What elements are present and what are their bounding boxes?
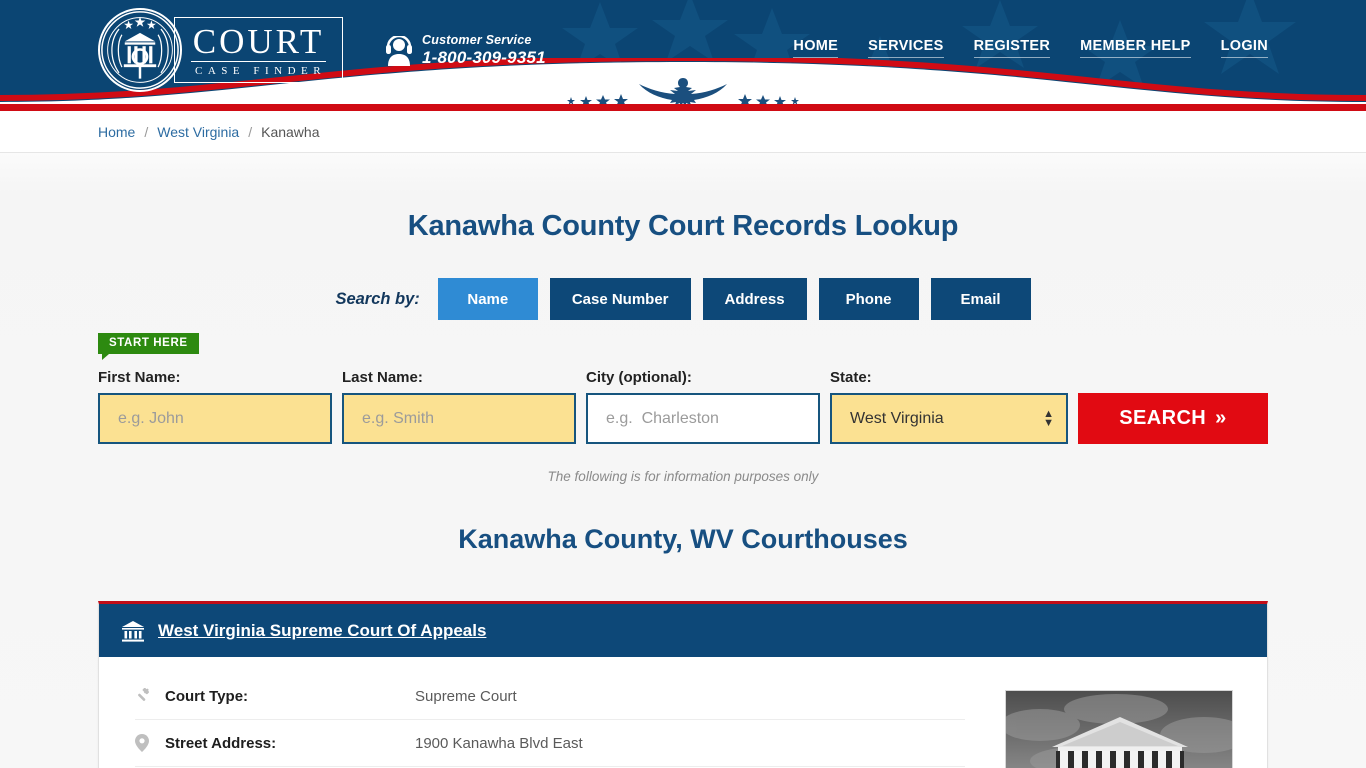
first-name-label: First Name:: [98, 369, 181, 386]
courthouse-card-body: Court Type: Supreme Court Street Address…: [99, 657, 1267, 768]
city-label: City (optional):: [586, 369, 692, 386]
detail-key-court-type: Court Type:: [165, 687, 249, 705]
customer-service-label: Customer Service: [422, 33, 532, 47]
logo-wordmark: COURT CASE FINDER: [174, 17, 344, 83]
page-title: Kanawha County Court Records Lookup: [407, 210, 959, 242]
nav-item-member-help[interactable]: MEMBER HELP: [1080, 38, 1191, 58]
site-header: COURT CASE FINDER Customer Service 1-800…: [0, 0, 1366, 104]
last-name-field-group: Last Name:: [342, 369, 576, 444]
detail-row-court-type: Court Type: Supreme Court: [135, 673, 965, 720]
breadcrumb-item-kanawha: Kanawha: [261, 124, 320, 140]
breadcrumb-item-home[interactable]: Home: [98, 124, 135, 140]
nav-item-login[interactable]: LOGIN: [1220, 38, 1268, 58]
courthouse-photo-column: [965, 673, 1233, 768]
search-button[interactable]: SEARCH »: [1078, 393, 1268, 444]
customer-service-phone[interactable]: 1-800-309-9351: [422, 48, 546, 68]
tab-case-number[interactable]: Case Number: [549, 278, 691, 320]
nav-item-services[interactable]: SERVICES: [868, 38, 944, 58]
headset-support-icon: [386, 35, 412, 66]
nav-item-home[interactable]: HOME: [793, 38, 839, 58]
disclaimer-text: The following is for information purpose…: [547, 469, 819, 484]
state-label: State:: [830, 369, 872, 386]
detail-row-street-address: Street Address: 1900 Kanawha Blvd East: [135, 720, 965, 767]
logo-sub-text: CASE FINDER: [195, 65, 327, 77]
logo-main-text: COURT: [191, 22, 327, 62]
breadcrumb-item-west-virginia[interactable]: West Virginia: [157, 124, 239, 140]
breadcrumb: Home / West Virginia / Kanawha: [98, 111, 1268, 153]
start-here-badge: START HERE: [98, 333, 199, 360]
courthouse-card: West Virginia Supreme Court Of Appeals C…: [98, 601, 1268, 768]
courthouse-card-header: West Virginia Supreme Court Of Appeals: [99, 604, 1267, 657]
search-form: START HERE First Name: Last Name: City (…: [98, 333, 1268, 444]
search-by-label: Search by:: [335, 289, 420, 308]
header-red-divider: [0, 104, 1366, 111]
first-name-input[interactable]: [98, 393, 332, 444]
page-content: Kanawha County Court Records Lookup Sear…: [0, 153, 1366, 768]
bank-columns-icon: [122, 620, 144, 642]
breadcrumb-bar: Home / West Virginia / Kanawha: [0, 111, 1366, 153]
detail-value-court-type: Supreme Court: [415, 687, 517, 705]
search-by-tabs: Search by: Name Case Number Address Phon…: [98, 278, 1268, 320]
courthouse-name-link[interactable]: West Virginia Supreme Court Of Appeals: [158, 621, 486, 641]
customer-service-block: Customer Service 1-800-309-9351: [386, 33, 546, 68]
tab-name[interactable]: Name: [437, 278, 538, 320]
courthouse-detail-list: Court Type: Supreme Court Street Address…: [135, 673, 965, 768]
breadcrumb-separator: /: [248, 124, 253, 140]
site-logo[interactable]: COURT CASE FINDER: [98, 8, 344, 92]
search-button-label: SEARCH: [1119, 407, 1207, 429]
detail-key-street-address: Street Address:: [165, 734, 277, 752]
gavel-icon: [135, 687, 165, 705]
tab-email[interactable]: Email: [930, 278, 1031, 320]
last-name-label: Last Name:: [342, 369, 423, 386]
state-select[interactable]: West Virginia: [830, 393, 1068, 444]
state-field-group: State: West Virginia ▲ ▼: [830, 369, 1068, 444]
map-pin-icon: [135, 734, 165, 752]
courthouses-section-title: Kanawha County, WV Courthouses: [458, 524, 908, 554]
chevron-double-right-icon: »: [1215, 407, 1227, 429]
tab-phone[interactable]: Phone: [818, 278, 919, 320]
city-field-group: City (optional):: [586, 369, 820, 444]
tab-address[interactable]: Address: [702, 278, 807, 320]
last-name-input[interactable]: [342, 393, 576, 444]
main-navigation: HOME SERVICES REGISTER MEMBER HELP LOGIN: [793, 38, 1268, 58]
first-name-field-group: First Name:: [98, 369, 332, 444]
city-input[interactable]: [586, 393, 820, 444]
nav-item-register[interactable]: REGISTER: [973, 38, 1051, 58]
courthouse-seal-icon: [98, 8, 182, 92]
detail-value-street-address: 1900 Kanawha Blvd East: [415, 734, 583, 752]
breadcrumb-separator: /: [144, 124, 149, 140]
courthouse-photo: [1005, 690, 1233, 768]
